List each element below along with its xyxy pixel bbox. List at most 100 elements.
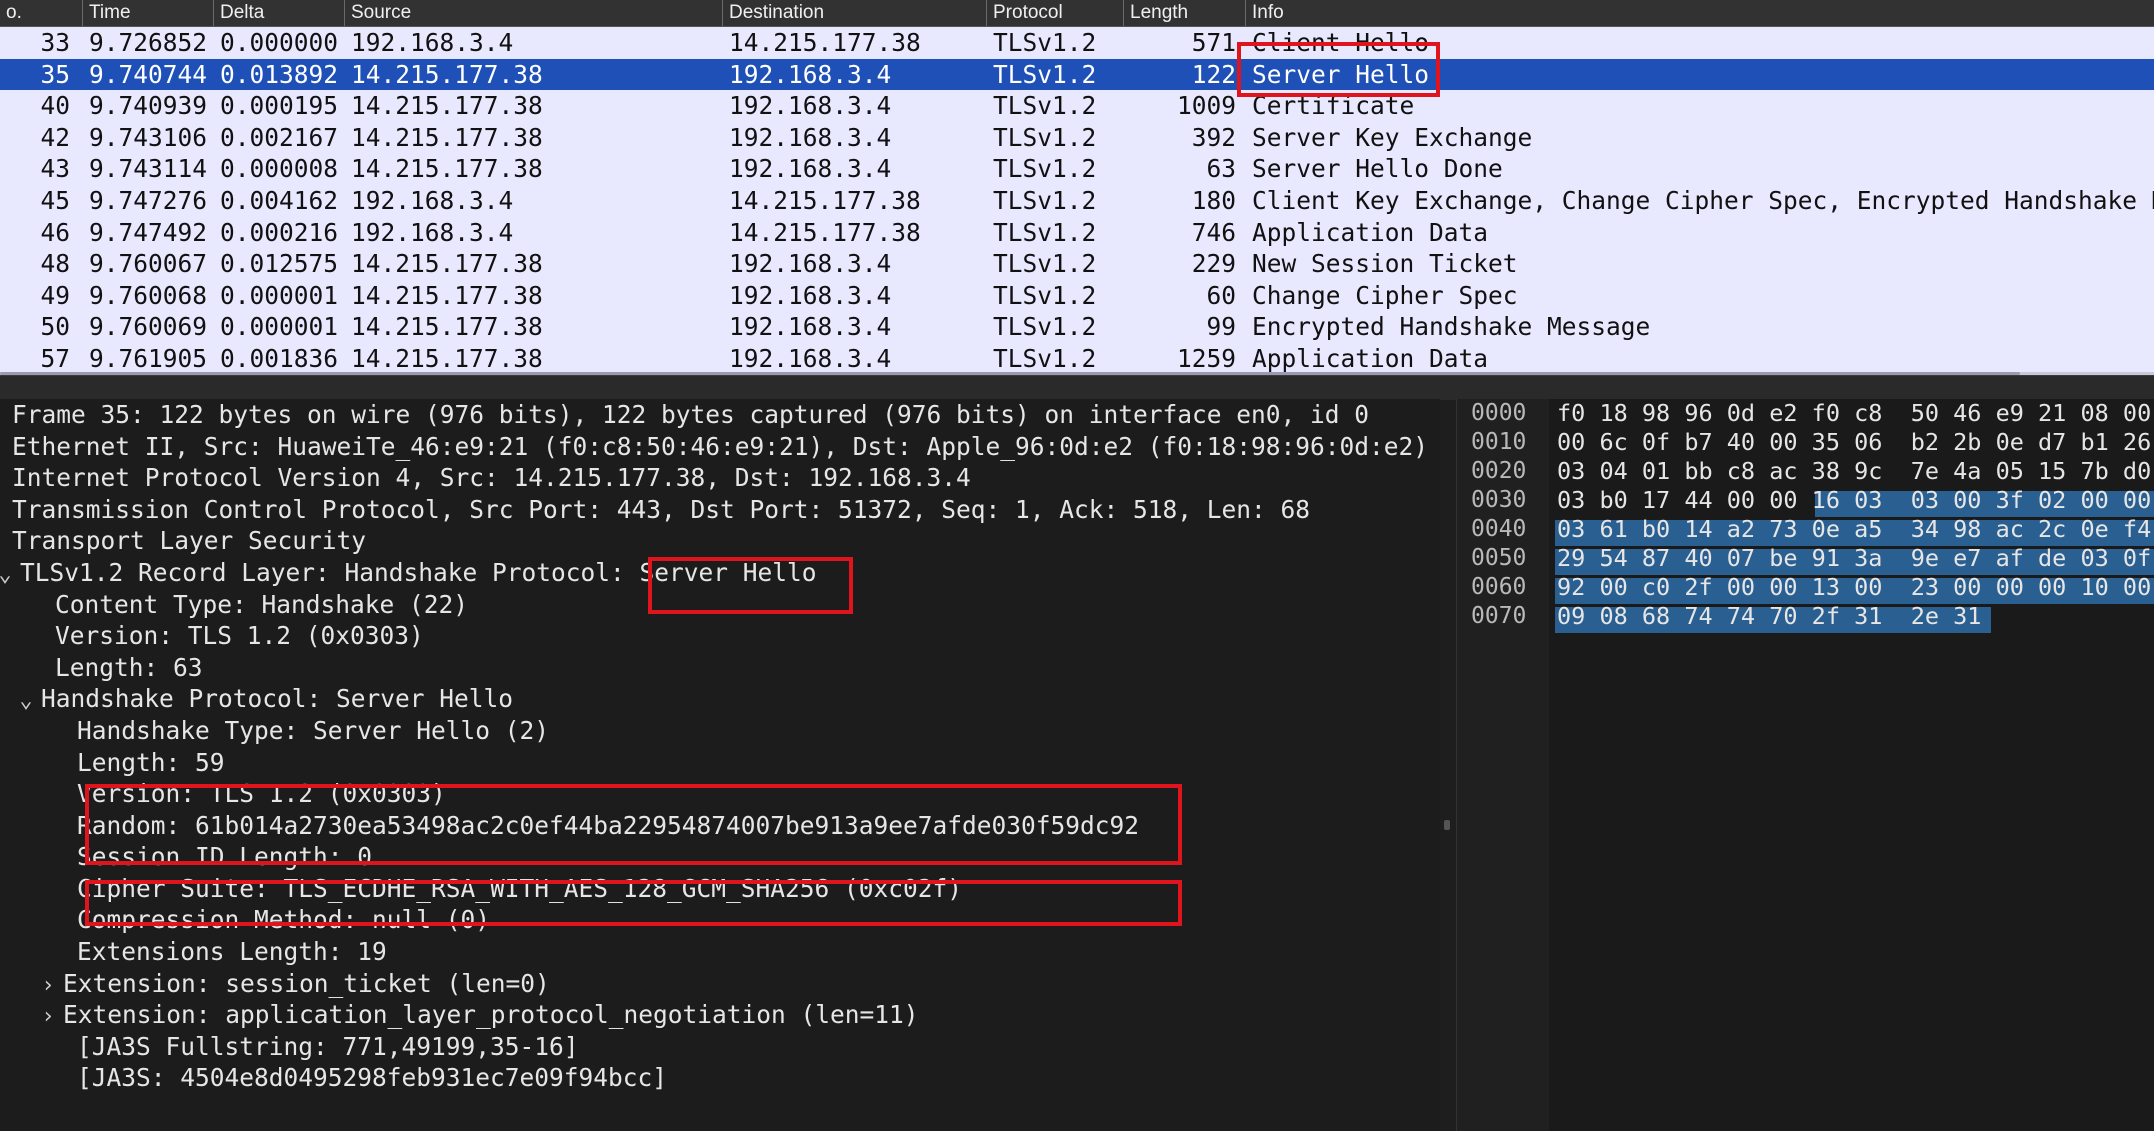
detail-tree-line[interactable]: Handshake Type: Server Hello (2) [0,715,1440,747]
annotation-box-server-hello-info [1237,42,1440,97]
packet-info: Encrypted Handshake Message [1252,312,1651,342]
packet-length: 60 [1206,280,1236,310]
detail-tree-text: [JA3S Fullstring: 771,49199,35-16] [77,1031,579,1061]
byte-offset: 0070 [1471,603,1527,629]
hex-line[interactable]: 03 b0 17 44 00 00 16 03 03 00 3f 02 00 0… [1557,486,2151,515]
annotation-box-record-server-hello [648,557,853,614]
detail-tree-line[interactable]: Length: 63 [0,652,1440,684]
hex-line[interactable]: 92 00 c0 2f 00 00 13 00 23 00 00 00 10 0… [1557,573,2151,602]
pane-separator[interactable] [0,375,2154,400]
detail-tree-text: Extension: application_layer_protocol_ne… [63,1000,919,1030]
packet-length: 1259 [1176,343,1236,373]
packet-length: 180 [1191,185,1236,215]
packet-row[interactable]: 40 9.740939 0.000195 14.215.177.38 192.168.3… [0,90,2154,122]
detail-tree-text: Transmission Control Protocol, Src Port:… [12,494,1311,524]
packet-length: 746 [1191,217,1236,247]
detail-tree-text: Version: TLS 1.2 (0x0303) [55,621,424,651]
col-header-protocol[interactable]: Protocol [986,0,1123,26]
detail-tree-line[interactable]: [JA3S: 4504e8d0495298feb931ec7e09f94bcc] [0,1062,1440,1094]
packet-length: 1009 [1176,91,1236,121]
detail-tree-text: Extension: session_ticket (len=0) [63,968,550,998]
detail-tree-text: Frame 35: 122 bytes on wire (976 bits), … [12,400,1370,429]
byte-offset: 0020 [1471,458,1527,484]
packet-info: Application Data [1252,217,1489,247]
hex-line[interactable]: 00 6c 0f b7 40 00 35 06 b2 2b 0e d7 b1 2… [1557,428,2151,457]
detail-tree-line[interactable]: ⌄ Handshake Protocol: Server Hello [0,683,1440,715]
detail-tree-line[interactable]: Internet Protocol Version 4, Src: 14.215… [0,462,1440,494]
detail-tree-text: Ethernet II, Src: HuaweiTe_46:e9:21 (f0:… [12,431,1429,461]
byte-offset-column: 0000 0010 0020 0030 0040 0050 0060 0070 [1457,399,1549,1131]
detail-tree-line[interactable]: Extensions Length: 19 [0,936,1440,968]
detail-tree-line[interactable]: › Extension: session_ticket (len=0) [0,968,1440,1000]
packet-length: 392 [1191,122,1236,152]
hex-line[interactable]: 03 61 b0 14 a2 73 0e a5 34 98 ac 2c 0e f… [1557,515,2151,544]
detail-tree-line[interactable]: Version: TLS 1.2 (0x0303) [0,620,1440,652]
expand-chevron-right-icon[interactable]: › [33,1001,63,1033]
byte-offset: 0010 [1471,429,1527,455]
col-header-delta[interactable]: Delta [213,0,344,26]
byte-offset: 0030 [1471,487,1527,513]
packet-info: Client Key Exchange, Change Cipher Spec,… [1252,185,2154,215]
expand-chevron-down-icon[interactable]: ⌄ [11,685,41,717]
packet-row[interactable]: 35 9.740744 0.013892 14.215.177.38 192.168.3… [0,58,2154,91]
detail-tree-line[interactable]: Ethernet II, Src: HuaweiTe_46:e9:21 (f0:… [0,431,1440,463]
hex-line[interactable]: 03 04 01 bb c8 ac 38 9c 7e 4a 05 15 7b d… [1557,457,2151,486]
packet-details-tree[interactable]: Frame 35: 122 bytes on wire (976 bits), … [0,399,1440,1131]
detail-tree-text: Transport Layer Security [12,526,367,556]
packet-row[interactable]: 48 9.760067 0.012575 14.215.177.38 192.168.3… [0,248,2154,280]
packet-bytes-pane[interactable]: 0000 0010 0020 0030 0040 0050 0060 0070 f0 18 9… [1456,399,2154,1131]
byte-offset: 0040 [1471,516,1527,542]
packet-row[interactable]: 43 9.743114 0.000008 14.215.177.38 192.168.3… [0,153,2154,185]
annotation-box-version-random [85,784,1182,865]
packet-row[interactable]: 49 9.760068 0.000001 14.215.177.38 192.168.3… [0,279,2154,312]
packet-row[interactable]: 45 9.747276 0.004162 192.168.3.4 14.215.177.… [0,184,2154,217]
packet-info: Server Key Exchange [1252,122,1533,152]
detail-tree-text: Length: 59 [77,747,225,777]
packet-length: 229 [1191,249,1236,279]
packet-length: 122 [1191,59,1236,89]
expand-chevron-down-icon[interactable]: ⌄ [0,559,20,591]
hex-line[interactable]: f0 18 98 96 0d e2 f0 c8 50 46 e9 21 08 0… [1557,399,2151,428]
detail-tree-text: Handshake Type: Server Hello (2) [77,715,550,745]
packet-row[interactable]: 33 9.726852 0.000000 192.168.3.4 14.215.177.… [0,27,2154,59]
packet-list[interactable]: o. Time Delta Source Destination Protoco… [0,0,2154,375]
packet-info: New Session Ticket [1252,249,1518,279]
packet-list-header: o. Time Delta Source Destination Protoco… [0,0,2154,27]
detail-tree-text: Length: 63 [55,652,203,682]
packet-info: Application Data [1252,343,1489,373]
packet-length: 63 [1206,154,1236,184]
packet-length: 99 [1206,312,1236,342]
col-header-info[interactable]: Info [1245,0,2154,26]
annotation-box-cipher-suite [85,880,1182,926]
packet-row[interactable]: 46 9.747492 0.000216 192.168.3.4 14.215.177.… [0,216,2154,249]
hex-line[interactable]: 29 54 87 40 07 be 91 3a 9e e7 af de 03 0… [1557,544,2151,573]
col-header-source[interactable]: Source [344,0,722,26]
packet-rows: 33 9.726852 0.000000 192.168.3.4 14.215.177.… [0,27,2154,375]
packet-info: Change Cipher Spec [1252,280,1518,310]
expand-chevron-right-icon[interactable]: › [33,970,63,1002]
detail-tree-line[interactable]: Transmission Control Protocol, Src Port:… [0,494,1440,526]
detail-tree-line[interactable]: [JA3S Fullstring: 771,49199,35-16] [0,1031,1440,1063]
detail-tree-text: Extensions Length: 19 [77,937,387,967]
detail-tree-text: Content Type: Handshake (22) [55,589,469,619]
byte-offset: 0000 [1471,400,1527,426]
col-header-no[interactable]: o. [0,0,82,26]
col-header-destination[interactable]: Destination [722,0,986,26]
detail-tree-text: Handshake Protocol: Server Hello [41,684,514,714]
hex-line[interactable]: 09 08 68 74 74 70 2f 31 2e 31 [1557,602,1981,631]
detail-tree-line[interactable]: › Extension: application_layer_protocol_n… [0,999,1440,1031]
detail-tree-text: Internet Protocol Version 4, Src: 14.215… [12,463,971,493]
pane-splitter-grip[interactable] [1444,820,1450,830]
packet-row[interactable]: 50 9.760069 0.000001 14.215.177.38 192.168.3… [0,311,2154,343]
packet-length: 571 [1191,28,1236,57]
packet-row[interactable]: 42 9.743106 0.002167 14.215.177.38 192.168.3… [0,121,2154,154]
col-header-length[interactable]: Length [1123,0,1245,26]
packet-row[interactable]: 57 9.761905 0.001836 14.215.177.38 192.168.3… [0,342,2154,375]
packet-info: Server Hello Done [1252,154,1503,184]
col-header-time[interactable]: Time [82,0,213,26]
byte-offset: 0060 [1471,574,1527,600]
byte-offset: 0050 [1471,545,1527,571]
detail-tree-line[interactable]: Transport Layer Security [0,525,1440,557]
detail-tree-line[interactable]: Frame 35: 122 bytes on wire (976 bits), … [0,399,1440,431]
detail-tree-line[interactable]: Length: 59 [0,747,1440,779]
